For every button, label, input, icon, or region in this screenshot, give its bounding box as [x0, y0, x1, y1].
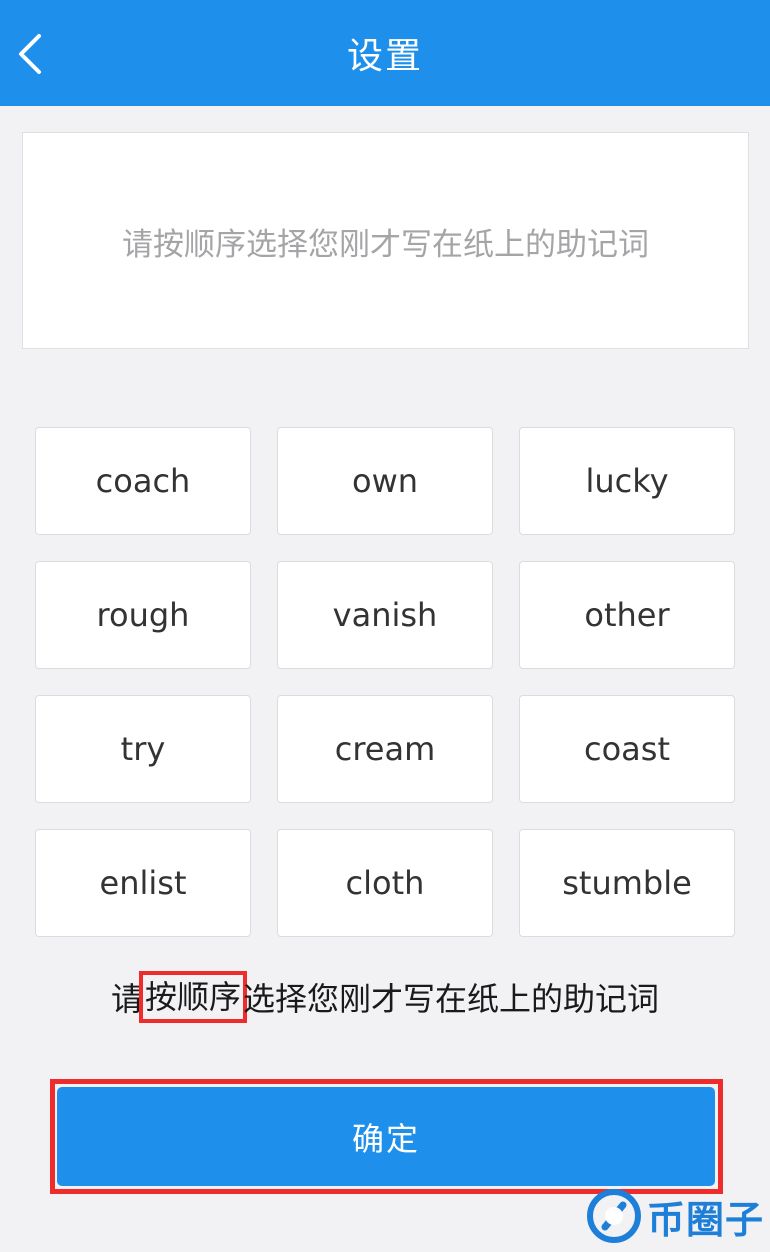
page-title: 设置	[346, 36, 423, 77]
word-button[interactable]: cloth	[277, 829, 493, 937]
word-button[interactable]: lucky	[519, 427, 735, 535]
coin-logo-icon	[586, 1189, 641, 1243]
instruction-text-highlight: 按顺序	[138, 971, 248, 1023]
instruction-text-before: 请	[110, 980, 143, 1018]
instruction-text-after: 选择您刚才写在纸上的助记词	[243, 980, 660, 1018]
word-button[interactable]: rough	[35, 561, 251, 669]
watermark: 币圈子	[585, 1186, 764, 1246]
word-button[interactable]: coach	[35, 427, 251, 535]
word-button[interactable]: stumble	[519, 829, 735, 937]
word-button[interactable]: other	[519, 561, 735, 669]
mnemonic-word-grid: coach own lucky rough vanish other try c…	[35, 427, 737, 937]
settings-page: 设置 请按顺序选择您刚才写在纸上的助记词 coach own lucky rou…	[0, 0, 770, 1252]
instruction-text: 请按顺序 选择您刚才写在纸上的助记词	[0, 970, 770, 1024]
top-bar: 设置	[0, 0, 770, 106]
word-button[interactable]: enlist	[35, 829, 251, 937]
word-button[interactable]: try	[35, 695, 251, 803]
word-button[interactable]: vanish	[277, 561, 493, 669]
watermark-text: 币圈子	[646, 1197, 764, 1242]
mnemonic-placeholder: 请按顺序选择您刚才写在纸上的助记词	[122, 227, 649, 263]
selected-mnemonic-area[interactable]: 请按顺序选择您刚才写在纸上的助记词	[22, 132, 749, 349]
word-button[interactable]: coast	[519, 695, 735, 803]
confirm-button[interactable]: 确定	[57, 1087, 715, 1186]
word-button[interactable]: cream	[277, 695, 493, 803]
word-button[interactable]: own	[277, 427, 493, 535]
